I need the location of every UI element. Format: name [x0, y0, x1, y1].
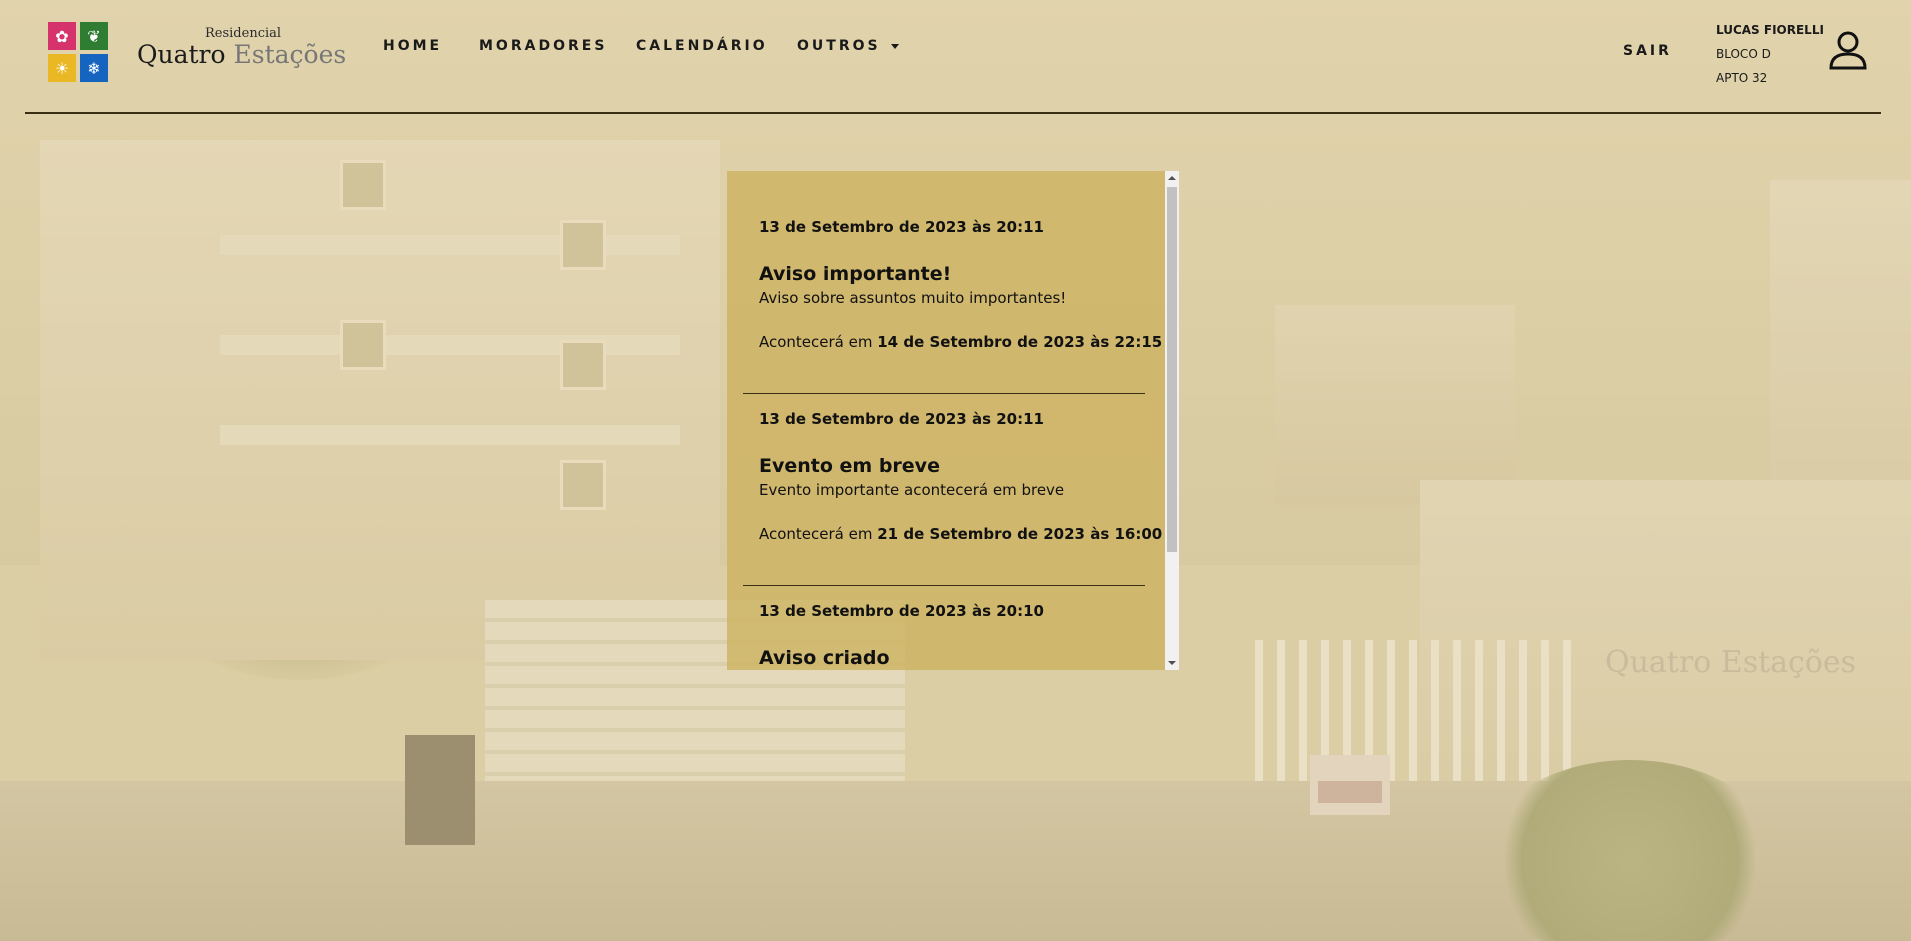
notice-created-date: 13 de Setembro de 2023 às 20:11 [759, 218, 1044, 236]
scroll-up-arrow-icon[interactable] [1165, 171, 1179, 185]
logout-button[interactable]: SAIR [1623, 43, 1672, 59]
nav-calendario[interactable]: CALENDÁRIO [636, 38, 768, 54]
notice-event-date: Acontecerá em 21 de Setembro de 2023 às … [759, 525, 1162, 543]
notice-divider [743, 585, 1145, 586]
notices-feed-content[interactable]: 13 de Setembro de 2023 às 20:11 Aviso im… [727, 171, 1165, 670]
notice-event-date: Acontecerá em 14 de Setembro de 2023 às … [759, 333, 1162, 351]
notice-created-date: 13 de Setembro de 2023 às 20:11 [759, 410, 1044, 428]
nav-home[interactable]: HOME [383, 38, 442, 54]
logo[interactable]: ✿ ❦ ☀ ❄ [48, 22, 110, 84]
user-name: LUCAS FIORELLI [1716, 23, 1824, 37]
nav-outros-label: OUTROS [797, 38, 881, 54]
notice-title: Evento em breve [759, 455, 940, 477]
caret-down-icon [890, 43, 899, 49]
nav-calendario-label: CALENDÁRIO [636, 38, 768, 54]
notice-description: Aviso sobre assuntos muito importantes! [759, 289, 1067, 307]
top-header: ✿ ❦ ☀ ❄ Residencial Quatro Estações HOME… [0, 0, 1911, 112]
scrollbar-thumb[interactable] [1167, 187, 1177, 552]
notice-title: Aviso importante! [759, 263, 952, 285]
feed-scrollbar[interactable] [1165, 171, 1179, 670]
brand-title-part-2: Estações [233, 40, 347, 69]
notice-description: Evento importante acontecerá em breve [759, 481, 1065, 499]
user-icon[interactable] [1827, 30, 1869, 70]
nav-home-label: HOME [383, 38, 443, 54]
notice-divider [743, 393, 1145, 394]
nav-moradores-label: MORADORES [479, 38, 608, 54]
brand-title: Quatro Estações [137, 40, 346, 69]
nav-outros-dropdown[interactable]: OUTROS [797, 38, 899, 54]
snowflake-icon: ❄ [87, 58, 101, 78]
user-apartment: APTO 32 [1716, 71, 1768, 85]
notices-feed[interactable]: 13 de Setembro de 2023 às 20:11 Aviso im… [727, 171, 1179, 670]
notice-event-datetime: 14 de Setembro de 2023 às 22:15 [877, 333, 1163, 351]
header-divider [25, 112, 1881, 114]
notice-event-prefix: Acontecerá em [759, 525, 878, 543]
flower-icon: ✿ [55, 26, 69, 46]
leaf-icon: ❦ [87, 26, 101, 46]
nav-moradores[interactable]: MORADORES [479, 38, 607, 54]
user-block: BLOCO D [1716, 47, 1771, 61]
notice-title: Aviso criado [759, 647, 890, 669]
notice-event-prefix: Acontecerá em [759, 333, 878, 351]
scroll-down-arrow-icon[interactable] [1165, 656, 1179, 670]
brand-title-part-1: Quatro [137, 40, 226, 69]
sun-icon: ☀ [54, 58, 70, 78]
notice-created-date: 13 de Setembro de 2023 às 20:10 [759, 602, 1044, 620]
brand-subtitle: Residencial [205, 26, 282, 41]
notice-event-datetime: 21 de Setembro de 2023 às 16:00 [877, 525, 1163, 543]
